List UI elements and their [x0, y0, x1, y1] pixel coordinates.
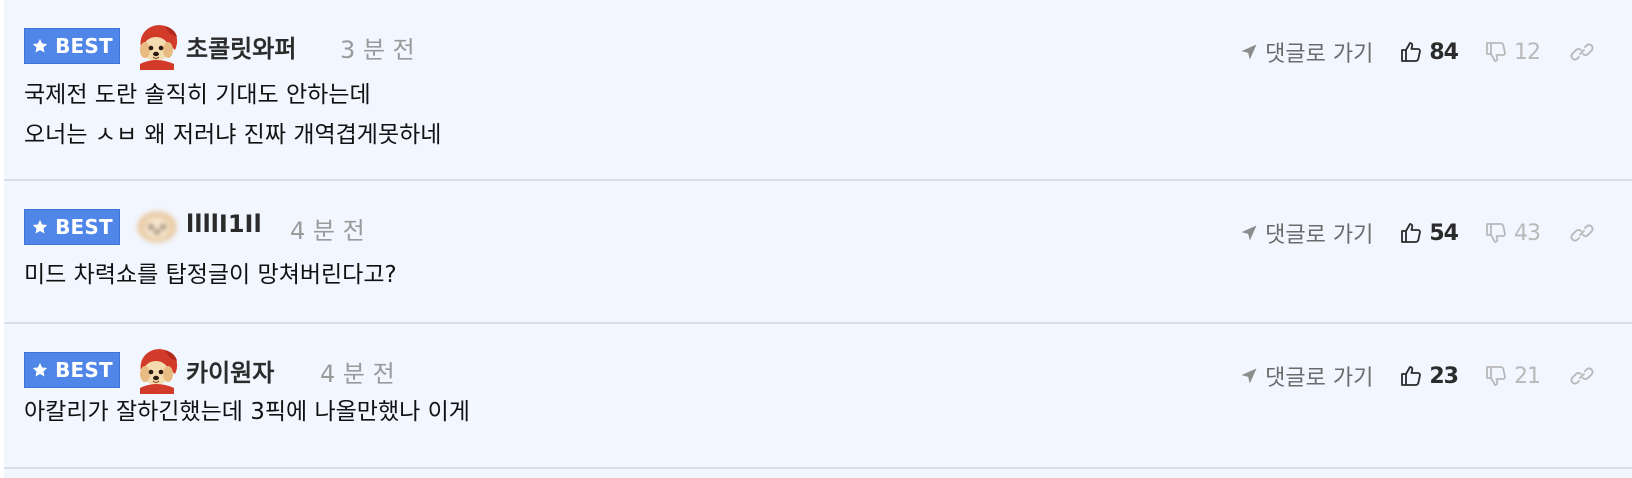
send-arrow-icon: [1239, 223, 1259, 243]
best-comment: BEST 초콜릿와퍼 3 분 전 댓글로 가기 84 12 국제전 도란 솔직히…: [4, 0, 1632, 181]
blurred-avatar-icon[interactable]: [132, 201, 182, 251]
thumbs-up-icon: [1399, 40, 1423, 64]
link-icon: [1570, 40, 1594, 64]
star-icon: [31, 218, 49, 236]
author-nickname[interactable]: 카이원자: [186, 353, 274, 388]
thumbs-up-icon: [1399, 221, 1423, 245]
goto-comment-button[interactable]: 댓글로 가기: [1239, 217, 1373, 249]
comment-actions: 댓글로 가기 84 12: [1239, 32, 1594, 72]
star-icon: [31, 361, 49, 379]
author-nickname[interactable]: llllI1Il: [186, 210, 262, 238]
goto-comment-button[interactable]: 댓글로 가기: [1239, 360, 1373, 392]
dog-avatar-icon[interactable]: [132, 344, 182, 394]
downvote-button[interactable]: 12: [1484, 39, 1541, 65]
send-arrow-icon: [1239, 42, 1259, 62]
downvote-count: 12: [1514, 39, 1541, 65]
copy-link-button[interactable]: [1570, 221, 1594, 245]
upvote-button[interactable]: 23: [1399, 363, 1459, 389]
best-badge-label: BEST: [55, 34, 113, 58]
upvote-button[interactable]: 54: [1399, 220, 1459, 246]
upvote-count: 23: [1429, 363, 1459, 389]
comment-time: 4 분 전: [320, 360, 395, 388]
author-nickname[interactable]: 초콜릿와퍼: [186, 29, 296, 64]
downvote-button[interactable]: 21: [1484, 363, 1541, 389]
thumbs-down-icon: [1484, 364, 1508, 388]
goto-comment-label: 댓글로 가기: [1265, 223, 1374, 248]
comment-line: 오너는 ㅅㅂ 왜 저러냐 진짜 개역겹게못하네: [24, 122, 442, 148]
best-comment: BEST 카이원자 4 분 전 댓글로 가기 23 21 아칼리가 잘하긴했는데…: [4, 324, 1632, 469]
comment-time: 4 분 전: [290, 217, 365, 245]
goto-comment-label: 댓글로 가기: [1265, 42, 1374, 67]
star-icon: [31, 37, 49, 55]
comment-line: 국제전 도란 솔직히 기대도 안하는데: [24, 82, 371, 108]
comment-line: 미드 차력쇼를 탑정글이 망쳐버린다고?: [24, 262, 397, 288]
best-comment: BEST llllI1Il 4 분 전 댓글로 가기 54 43 미드 차력쇼를…: [4, 181, 1632, 324]
comment-header: BEST llllI1Il 4 분 전 댓글로 가기 54 43: [24, 201, 1612, 249]
upvote-button[interactable]: 84: [1399, 39, 1459, 65]
copy-link-button[interactable]: [1570, 40, 1594, 64]
dog-avatar-icon[interactable]: [132, 20, 182, 70]
best-badge: BEST: [24, 28, 120, 64]
thumbs-down-icon: [1484, 40, 1508, 64]
copy-link-button[interactable]: [1570, 364, 1594, 388]
downvote-button[interactable]: 43: [1484, 220, 1541, 246]
comment-header: BEST 초콜릿와퍼 3 분 전 댓글로 가기 84 12: [24, 20, 1612, 68]
goto-comment-button[interactable]: 댓글로 가기: [1239, 36, 1373, 68]
best-badge: BEST: [24, 352, 120, 388]
comment-body: 국제전 도란 솔직히 기대도 안하는데 오너는 ㅅㅂ 왜 저러냐 진짜 개역겹게…: [24, 75, 441, 155]
comment-header: BEST 카이원자 4 분 전 댓글로 가기 23 21: [24, 344, 1612, 392]
goto-comment-label: 댓글로 가기: [1265, 366, 1374, 391]
thumbs-up-icon: [1399, 364, 1423, 388]
comment-line: 아칼리가 잘하긴했는데 3픽에 나올만했나 이게: [24, 399, 470, 425]
best-badge: BEST: [24, 209, 120, 245]
comment-list: BEST 초콜릿와퍼 3 분 전 댓글로 가기 84 12 국제전 도란 솔직히…: [4, 0, 1632, 478]
best-badge-label: BEST: [55, 358, 113, 382]
link-icon: [1570, 221, 1594, 245]
comment-actions: 댓글로 가기 54 43: [1239, 213, 1594, 253]
downvote-count: 43: [1514, 220, 1541, 246]
upvote-count: 84: [1429, 39, 1459, 65]
comment-body: 아칼리가 잘하긴했는데 3픽에 나올만했나 이게: [24, 392, 470, 432]
comment-actions: 댓글로 가기 23 21: [1239, 356, 1594, 396]
downvote-count: 21: [1514, 363, 1541, 389]
thumbs-down-icon: [1484, 221, 1508, 245]
comment-time: 3 분 전: [340, 36, 415, 64]
comment-body: 미드 차력쇼를 탑정글이 망쳐버린다고?: [24, 255, 397, 295]
link-icon: [1570, 364, 1594, 388]
best-badge-label: BEST: [55, 215, 113, 239]
upvote-count: 54: [1429, 220, 1459, 246]
send-arrow-icon: [1239, 366, 1259, 386]
